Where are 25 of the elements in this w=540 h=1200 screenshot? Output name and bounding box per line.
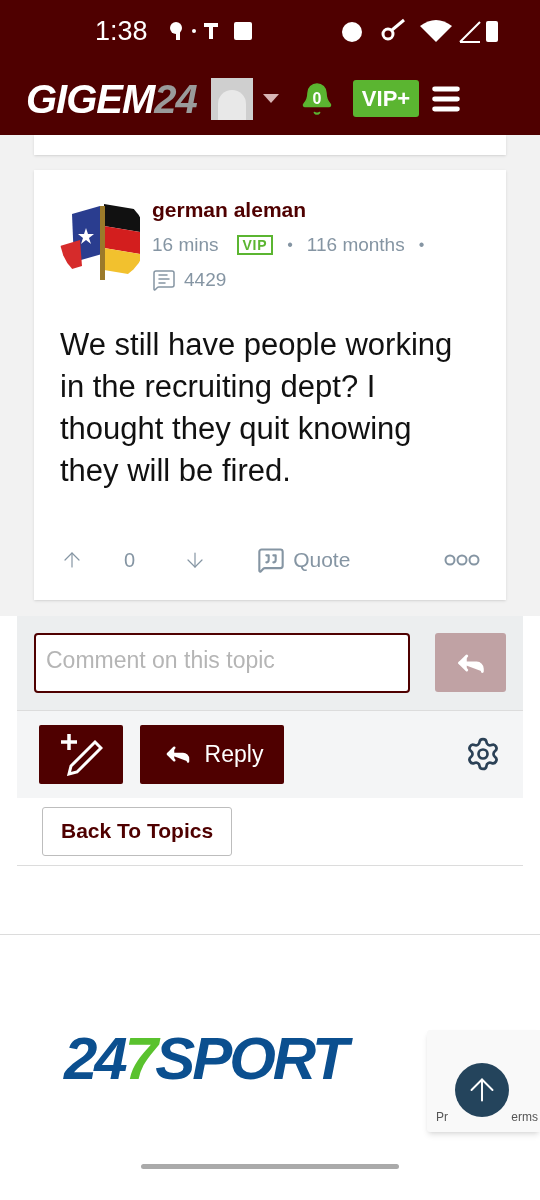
author-name[interactable]: german aleman: [152, 197, 425, 223]
quote-icon: [257, 545, 286, 574]
separator-dot: •: [287, 235, 293, 256]
caret-icon[interactable]: [262, 93, 279, 104]
member-tenure: 116 months: [306, 233, 405, 257]
post-count: 4429: [184, 267, 227, 292]
reply-button[interactable]: Reply: [140, 724, 284, 784]
status-time: 1:38: [95, 14, 148, 48]
settings-icon[interactable]: [465, 736, 501, 772]
comment-field[interactable]: Comment on this topic: [34, 632, 410, 693]
avatar-icon[interactable]: [210, 77, 253, 120]
recaptcha-text[interactable]: erms: [511, 1109, 538, 1124]
back-to-topics-button[interactable]: Back To Topics: [42, 806, 233, 856]
recaptcha-text[interactable]: Pr: [436, 1109, 448, 1124]
post-body: We still have people working in the recruiting dept? I thought they quit knowing they will be fired.: [60, 326, 454, 490]
site-logo[interactable]: GIGEM24: [26, 68, 197, 129]
post-time: 16 mins: [152, 233, 219, 257]
vip-badge: VIP: [236, 235, 274, 256]
vote-score: 0: [124, 547, 136, 573]
new-post-button[interactable]: [39, 724, 123, 784]
separator-dot: •: [418, 235, 425, 256]
footer-logo[interactable]: 247SPORT: [64, 1023, 356, 1095]
more-options-icon[interactable]: [444, 553, 480, 566]
posts-icon: [152, 267, 176, 292]
pencil-plus-icon: [59, 732, 103, 776]
